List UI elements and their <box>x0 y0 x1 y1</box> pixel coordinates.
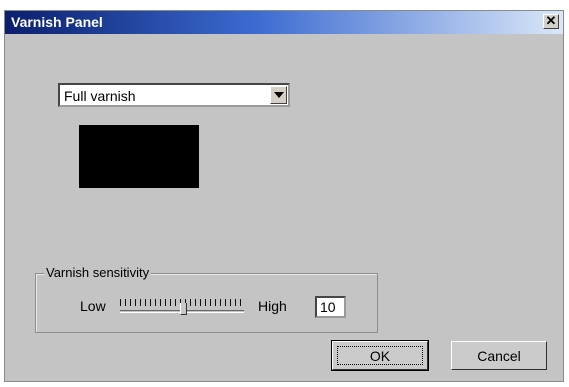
varnish-sensitivity-label: Varnish sensitivity <box>44 265 152 280</box>
sensitivity-value-input[interactable]: 10 <box>315 296 346 318</box>
chevron-down-icon <box>273 92 284 98</box>
varnish-panel-dialog: Varnish Panel ✕ Full varnish Varnish sen… <box>4 10 564 382</box>
varnish-type-dropdown[interactable]: Full varnish <box>58 83 290 107</box>
varnish-sensitivity-group: Varnish sensitivity Low High 10 <box>35 265 378 333</box>
slider-thumb[interactable] <box>180 303 187 315</box>
dropdown-button[interactable] <box>270 86 287 104</box>
title-bar[interactable]: Varnish Panel ✕ <box>5 11 563 34</box>
close-icon: ✕ <box>545 13 557 28</box>
high-label: High <box>258 298 287 314</box>
low-label: Low <box>80 298 106 314</box>
cancel-button[interactable]: Cancel <box>451 341 547 370</box>
close-button[interactable]: ✕ <box>543 14 559 29</box>
varnish-preview-swatch <box>79 125 199 188</box>
window-title: Varnish Panel <box>11 14 103 30</box>
cancel-label: Cancel <box>477 347 521 364</box>
dropdown-selected-value: Full varnish <box>64 88 136 104</box>
ok-button[interactable]: OK <box>332 341 428 370</box>
sensitivity-slider[interactable] <box>120 299 244 319</box>
focus-rectangle <box>337 346 423 365</box>
